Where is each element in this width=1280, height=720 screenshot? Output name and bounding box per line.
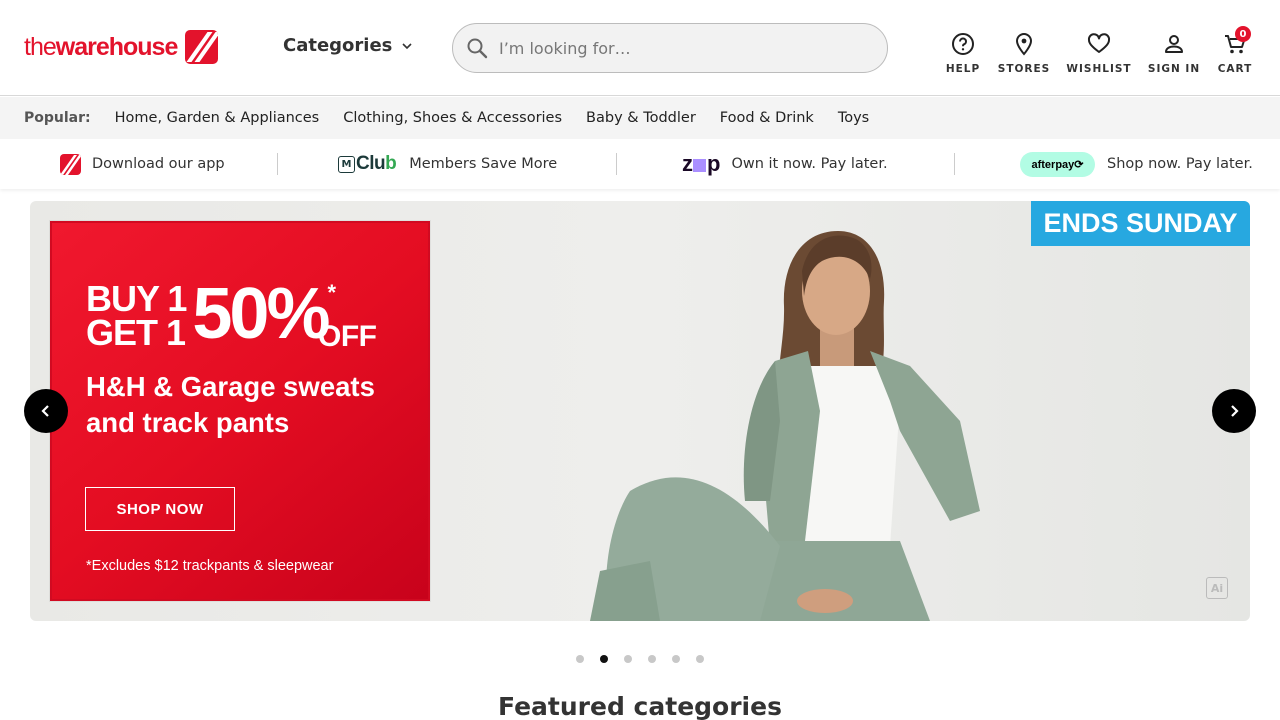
logo-wordmark: thewarehouse bbox=[24, 32, 179, 61]
site-header: thewarehouse Categories HELP STORES WISH… bbox=[0, 0, 1280, 96]
model-photo bbox=[590, 231, 980, 621]
club-wordmark-a: Clu bbox=[356, 153, 386, 174]
club-link[interactable]: M Club Members Save More bbox=[338, 139, 557, 189]
wishlist-link[interactable]: WISHLIST bbox=[1066, 31, 1131, 75]
logo-word-the: the bbox=[24, 32, 57, 61]
carousel-next-button[interactable] bbox=[1212, 389, 1256, 433]
carousel-prev-button[interactable] bbox=[24, 389, 68, 433]
heart-icon bbox=[1087, 33, 1111, 53]
search-bar bbox=[452, 23, 888, 73]
sign-in-link[interactable]: SIGN IN bbox=[1147, 31, 1201, 75]
cart-link[interactable]: 0 CART bbox=[1217, 26, 1253, 75]
offer-off: OFF bbox=[318, 320, 377, 353]
chevron-down-icon bbox=[402, 42, 412, 49]
search-icon[interactable] bbox=[465, 36, 489, 60]
club-m-mark: M bbox=[338, 155, 355, 173]
logo-mark-icon bbox=[185, 30, 219, 64]
categories-menu-button[interactable]: Categories bbox=[283, 35, 413, 56]
club-logo: M Club bbox=[338, 153, 397, 175]
cart-count-badge: 0 bbox=[1235, 26, 1251, 42]
download-app-link[interactable]: Download our app bbox=[60, 139, 225, 189]
stores-link[interactable]: STORES bbox=[998, 31, 1049, 75]
help-icon bbox=[952, 33, 974, 55]
promo-divider bbox=[954, 153, 955, 175]
hero-banner[interactable]: BUY 1 GET 1 50% * OFF H&H & Garage sweat… bbox=[30, 201, 1250, 621]
featured-categories-heading: Featured categories bbox=[498, 692, 782, 720]
popular-link-home-garden[interactable]: Home, Garden & Appliances bbox=[115, 110, 320, 126]
location-pin-icon bbox=[1015, 32, 1033, 56]
carousel-dot[interactable] bbox=[576, 655, 584, 663]
offer-get-line: GET 1 bbox=[86, 312, 186, 353]
promo-divider bbox=[277, 153, 278, 175]
carousel-dot[interactable] bbox=[648, 655, 656, 663]
club-wordmark-b: b bbox=[385, 153, 397, 174]
offer-asterisk: * bbox=[327, 280, 337, 305]
sign-in-label: SIGN IN bbox=[1147, 63, 1201, 75]
carousel-dots bbox=[576, 655, 720, 663]
carousel-dot[interactable] bbox=[672, 655, 680, 663]
promo-strip: Download our app M Club Members Save Mor… bbox=[0, 139, 1280, 189]
zip-logo-p: p bbox=[707, 151, 720, 176]
zip-text: Own it now. Pay later. bbox=[731, 156, 888, 172]
zip-logo-z: z bbox=[682, 151, 693, 176]
offer-percent: 50% bbox=[192, 274, 330, 354]
site-logo[interactable]: thewarehouse bbox=[24, 30, 219, 64]
popular-link-toys[interactable]: Toys bbox=[838, 110, 869, 126]
offer-headline: H&H & Garage sweats and track pants bbox=[86, 371, 375, 438]
wishlist-label: WISHLIST bbox=[1066, 63, 1132, 75]
app-logo-icon bbox=[60, 153, 81, 175]
search-input[interactable] bbox=[499, 38, 859, 58]
popular-label: Popular: bbox=[24, 110, 91, 126]
popular-link-food[interactable]: Food & Drink bbox=[720, 110, 814, 126]
categories-label: Categories bbox=[283, 35, 393, 56]
offer-heading: BUY 1 GET 1 50% * OFF bbox=[86, 274, 377, 354]
zip-logo-box bbox=[693, 158, 706, 172]
zip-logo: zp bbox=[682, 151, 720, 177]
carousel-dot[interactable] bbox=[624, 655, 632, 663]
afterpay-logo: afterpay⟳ bbox=[1020, 151, 1095, 177]
offer-buy-get: BUY 1 GET 1 bbox=[86, 278, 187, 353]
shop-now-button[interactable]: SHOP NOW bbox=[85, 487, 235, 531]
zip-link[interactable]: zp Own it now. Pay later. bbox=[682, 139, 888, 189]
afterpay-text: Shop now. Pay later. bbox=[1107, 156, 1253, 172]
help-link[interactable]: HELP bbox=[945, 31, 981, 75]
popular-link-baby[interactable]: Baby & Toddler bbox=[586, 110, 696, 126]
logo-word-warehouse: warehouse bbox=[55, 32, 179, 61]
ends-sunday-badge: ENDS SUNDAY bbox=[1031, 201, 1250, 246]
club-wordmark: Club bbox=[356, 153, 397, 175]
carousel-dot-active[interactable] bbox=[600, 655, 608, 663]
popular-link-clothing[interactable]: Clothing, Shoes & Accessories bbox=[343, 110, 562, 126]
chevron-right-icon bbox=[1231, 405, 1239, 417]
download-app-text: Download our app bbox=[92, 156, 225, 172]
afterpay-link[interactable]: afterpay⟳ Shop now. Pay later. bbox=[1020, 139, 1253, 189]
help-label: HELP bbox=[945, 63, 981, 75]
chevron-left-icon bbox=[41, 405, 49, 417]
carousel-dot[interactable] bbox=[696, 655, 704, 663]
popular-links-bar: Popular: Home, Garden & Appliances Cloth… bbox=[0, 97, 1280, 139]
stores-label: STORES bbox=[997, 63, 1051, 75]
offer-disclaimer: *Excludes $12 trackpants & sleepwear bbox=[86, 558, 334, 574]
cart-label: CART bbox=[1217, 63, 1253, 75]
offer-panel: BUY 1 GET 1 50% * OFF H&H & Garage sweat… bbox=[50, 221, 430, 601]
ai-badge-icon: Ai bbox=[1206, 577, 1228, 599]
promo-divider bbox=[616, 153, 617, 175]
club-text: Members Save More bbox=[409, 156, 558, 172]
person-icon bbox=[1165, 35, 1183, 53]
offer-buy-line: BUY 1 bbox=[86, 278, 187, 319]
